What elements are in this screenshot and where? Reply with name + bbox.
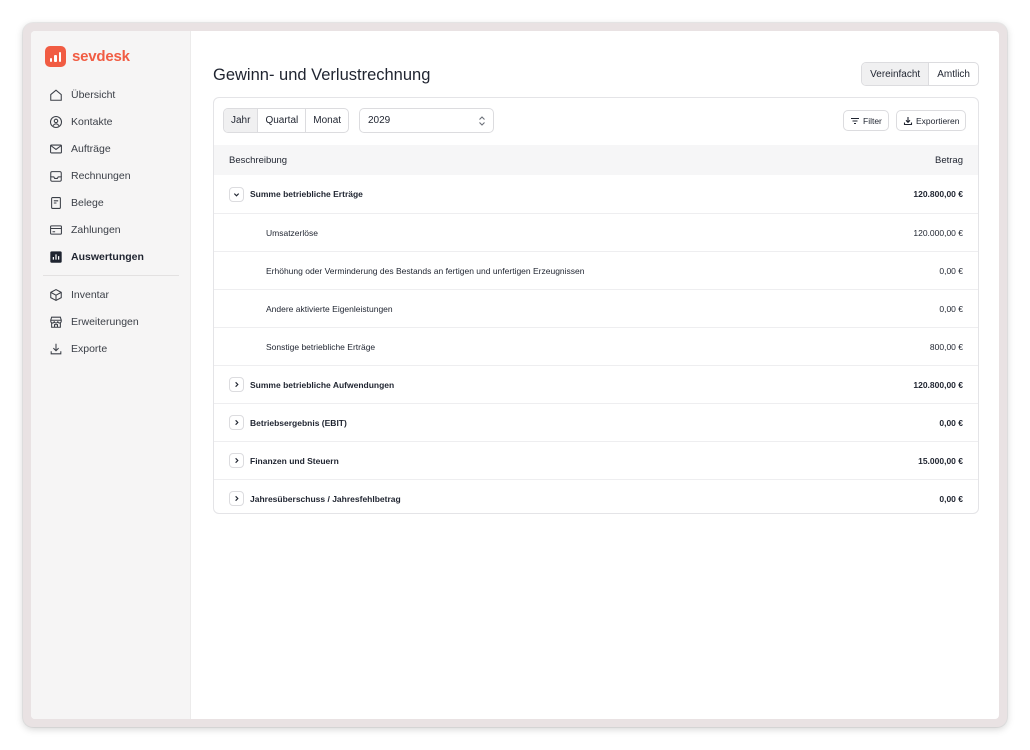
table-row: Jahresüberschuss / Jahresfehlbetrag 0,00… — [214, 479, 978, 513]
chart-icon — [49, 250, 63, 264]
report-toolbar: Jahr Quartal Monat 2029 Filter Exportier… — [214, 98, 978, 145]
app-window: sevdesk Übersicht Kontakte Aufträge Rech… — [31, 31, 999, 719]
sidebar: sevdesk Übersicht Kontakte Aufträge Rech… — [31, 31, 191, 719]
view-toggle-simple[interactable]: Vereinfacht — [862, 63, 930, 85]
sevdesk-logo-icon — [45, 46, 66, 67]
table-row: Erhöhung oder Verminderung des Bestands … — [214, 251, 978, 289]
table-row: Sonstige betriebliche Erträge 800,00 € — [214, 327, 978, 365]
download-icon — [903, 116, 913, 126]
filter-icon — [850, 116, 860, 126]
sidebar-divider — [43, 275, 179, 276]
column-header-amount: Betrag — [935, 154, 963, 166]
page-title: Gewinn- und Verlustrechnung — [213, 66, 431, 84]
sidebar-item-label: Rechnungen — [71, 169, 131, 182]
select-caret-icon — [477, 115, 487, 127]
inbox-icon — [49, 169, 63, 183]
sidebar-item-zahlungen[interactable]: Zahlungen — [31, 216, 191, 243]
sidebar-item-auftraege[interactable]: Aufträge — [31, 135, 191, 162]
table-row: Summe betriebliche Aufwendungen 120.800,… — [214, 365, 978, 403]
export-button-label: Exportieren — [916, 115, 960, 126]
row-amount: 15.000,00 € — [918, 455, 963, 466]
sidebar-item-label: Erweiterungen — [71, 315, 139, 328]
sidebar-item-kontakte[interactable]: Kontakte — [31, 108, 191, 135]
period-selector: Jahr Quartal Monat — [223, 108, 350, 133]
row-label: Umsatzerlöse — [266, 227, 318, 238]
row-label: Erhöhung oder Verminderung des Bestands … — [266, 265, 585, 276]
sidebar-item-inventar[interactable]: Inventar — [31, 281, 191, 308]
sidebar-nav: Übersicht Kontakte Aufträge Rechnungen B… — [31, 81, 191, 362]
export-button[interactable]: Exportieren — [896, 110, 967, 131]
row-amount: 0,00 € — [939, 417, 963, 428]
card-icon — [49, 223, 63, 237]
row-amount: 120.800,00 € — [913, 189, 963, 199]
table-row: Finanzen und Steuern 15.000,00 € — [214, 441, 978, 479]
chevron-right-icon[interactable] — [229, 377, 244, 392]
year-select-value: 2029 — [368, 115, 391, 126]
sidebar-item-label: Kontakte — [71, 115, 113, 128]
chevron-right-icon[interactable] — [229, 491, 244, 506]
chevron-right-icon[interactable] — [229, 415, 244, 430]
sidebar-item-label: Inventar — [71, 288, 109, 301]
table-header: Beschreibung Betrag — [214, 145, 978, 175]
sidebar-item-label: Belege — [71, 196, 104, 209]
table-row: Andere aktivierte Eigenleistungen 0,00 € — [214, 289, 978, 327]
contacts-icon — [49, 115, 63, 129]
filter-button[interactable]: Filter — [843, 110, 889, 131]
year-select[interactable]: 2029 — [359, 108, 494, 133]
sidebar-item-auswertungen[interactable]: Auswertungen — [31, 243, 191, 270]
filter-button-label: Filter — [863, 115, 882, 126]
report-card: Jahr Quartal Monat 2029 Filter Exportier… — [213, 97, 979, 514]
store-icon — [49, 315, 63, 329]
home-icon — [49, 88, 63, 102]
sidebar-item-label: Zahlungen — [71, 223, 121, 236]
period-year-tab[interactable]: Jahr — [224, 109, 258, 132]
main-content: Gewinn- und Verlustrechnung Vereinfacht … — [191, 31, 999, 719]
row-amount: 0,00 € — [939, 265, 963, 276]
sidebar-item-label: Auswertungen — [71, 250, 144, 263]
sidebar-item-erweiterungen[interactable]: Erweiterungen — [31, 308, 191, 335]
row-amount: 0,00 € — [939, 303, 963, 314]
receipt-icon — [49, 196, 63, 210]
row-amount: 0,00 € — [939, 493, 963, 504]
logo-text: sevdesk — [72, 48, 130, 65]
chevron-right-icon[interactable] — [229, 453, 244, 468]
row-label: Sonstige betriebliche Erträge — [266, 341, 376, 352]
period-quarter-tab[interactable]: Quartal — [257, 109, 305, 132]
row-label: Summe betriebliche Aufwendungen — [250, 379, 395, 390]
column-header-description: Beschreibung — [229, 154, 288, 166]
sidebar-item-uebersicht[interactable]: Übersicht — [31, 81, 191, 108]
row-label: Jahresüberschuss / Jahresfehlbetrag — [250, 493, 401, 504]
sidebar-item-exporte[interactable]: Exporte — [31, 335, 191, 362]
sidebar-item-rechnungen[interactable]: Rechnungen — [31, 162, 191, 189]
row-amount: 120.000,00 € — [913, 227, 963, 238]
row-amount: 120.800,00 € — [913, 379, 963, 390]
table-row: Umsatzerlöse 120.000,00 € — [214, 213, 978, 251]
download-icon — [49, 342, 63, 356]
logo[interactable]: sevdesk — [45, 46, 130, 67]
sidebar-item-belege[interactable]: Belege — [31, 189, 191, 216]
mail-icon — [49, 142, 63, 156]
row-label: Andere aktivierte Eigenleistungen — [266, 303, 393, 314]
row-label: Finanzen und Steuern — [250, 455, 339, 466]
row-amount: 800,00 € — [929, 341, 963, 352]
sidebar-item-label: Übersicht — [71, 88, 116, 101]
chevron-down-icon[interactable] — [229, 186, 244, 202]
sidebar-item-label: Exporte — [71, 342, 108, 355]
period-month-tab[interactable]: Monat — [305, 109, 348, 132]
row-label: Betriebsergebnis (EBIT) — [250, 417, 347, 428]
box-icon — [49, 288, 63, 302]
row-label: Summe betriebliche Erträge — [250, 189, 363, 199]
sidebar-item-label: Aufträge — [71, 142, 111, 155]
view-toggle: Vereinfacht Amtlich — [861, 62, 979, 86]
view-toggle-official[interactable]: Amtlich — [929, 63, 978, 85]
table-row: Summe betriebliche Erträge 120.800,00 € — [214, 175, 978, 213]
table-row: Betriebsergebnis (EBIT) 0,00 € — [214, 403, 978, 441]
